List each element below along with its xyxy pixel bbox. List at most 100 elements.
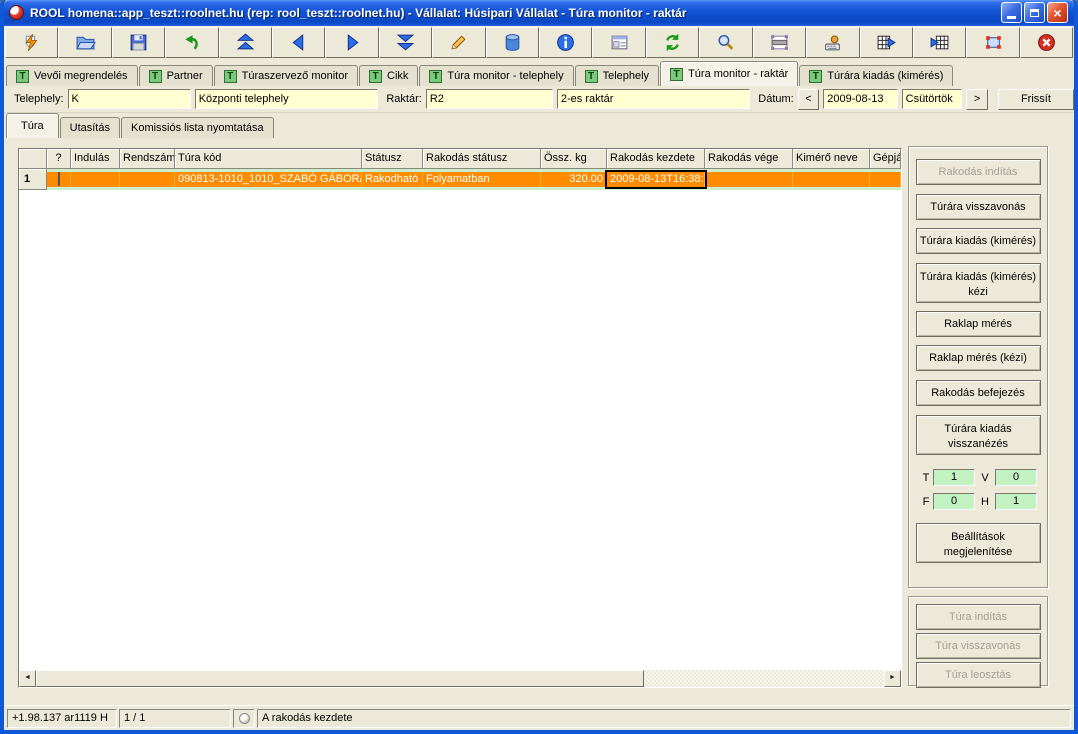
scroll-thumb[interactable] [36,670,644,687]
rakodas-befejezes-button[interactable]: Rakodás befejezés [916,380,1041,406]
subtab-utasitas[interactable]: Utasítás [60,117,120,138]
beallitasok-megjelenitese-button[interactable]: Beállítások megjelenítése [916,523,1041,563]
warehouse-code-input[interactable]: R2 [426,89,553,109]
close-button[interactable]: × [1047,2,1068,23]
table-row[interactable]: 1 090813-1010_1010_SZABÓ GÁBOR/1 Rakodha… [19,169,901,190]
toolbar-refresh-button[interactable] [646,27,699,58]
col-header-gepjarmu[interactable]: Gépjá [870,149,901,169]
cell-rakodas-vege[interactable] [705,172,793,187]
date-label: Dátum: [758,93,793,105]
tab-turaszervezo-monitor[interactable]: TTúraszervező monitor [214,65,358,86]
cell-rakodas-statusz[interactable]: Folyamatban [423,172,541,187]
tab-partner[interactable]: TPartner [139,65,213,86]
date-next-button[interactable]: > [966,89,988,110]
counter-v-value: 0 [995,469,1037,486]
toolbar-save-button[interactable] [112,27,165,58]
minimize-icon [1007,16,1016,19]
keyboard-settings-icon [822,32,843,53]
toolbar-table-export-button[interactable] [860,27,913,58]
col-header-kimero-neve[interactable]: Kimérő neve [793,149,870,169]
cell-kimero-neve[interactable] [793,172,870,187]
col-header-rakodas-vege[interactable]: Rakodás vége [705,149,793,169]
cell-tura-kod[interactable]: 090813-1010_1010_SZABÓ GÁBOR/1 [175,172,362,187]
toolbar-first-record-button[interactable] [219,27,272,58]
tura-inditas-button[interactable]: Túra indítás [916,604,1041,630]
toolbar-report-view-button[interactable] [592,27,645,58]
subtab-label: Komissiós lista nyomtatása [131,122,264,134]
col-header-rakodas-kezdete[interactable]: Rakodás kezdete [607,149,705,169]
toolbar-fullscreen-button[interactable] [966,27,1019,58]
date-prev-button[interactable]: < [798,89,820,110]
toolbar-next-record-button[interactable] [325,27,378,58]
date-input[interactable]: 2009-08-13 [823,89,897,109]
tura-leosztas-button[interactable]: Túra leosztás [916,662,1041,688]
cell-indulas[interactable] [71,172,120,187]
col-header-rakodas-statusz[interactable]: Rakodás státusz [423,149,541,169]
row-checkbox[interactable] [58,172,60,186]
col-header-rendszam[interactable]: Rendszám [120,149,175,169]
toolbar-previous-record-button[interactable] [272,27,325,58]
turara-kiadas-visszanezes-button[interactable]: Túrára kiadás visszanézés [916,415,1041,455]
subtab-komissios-lista[interactable]: Komissiós lista nyomtatása [121,117,274,138]
subtab-tura[interactable]: Túra [6,113,59,138]
cell-rakodas-kezdete[interactable]: 2009-08-13T16:38:0 [607,172,705,187]
minimize-button[interactable] [1001,2,1022,23]
site-name-input[interactable]: Központi telephely [195,89,379,109]
tab-turara-kiadas-kimeres[interactable]: TTúrára kiadás (kimérés) [799,65,953,86]
row-number-cell[interactable]: 1 [19,169,47,190]
tab-vevoi-megrendeles[interactable]: TVevői megrendelés [6,65,138,86]
scroll-right-button[interactable]: ► [884,670,901,687]
maximize-button[interactable] [1024,2,1045,23]
col-header-indulas[interactable]: Indulás [71,149,120,169]
grid-header-row: ? Indulás Rendszám Túra kód Státusz Rako… [19,149,901,169]
tab-telephely[interactable]: TTelephely [575,65,659,86]
toolbar-database-button[interactable] [486,27,539,58]
cell-ossz-kg[interactable]: 320.00 [541,172,607,187]
toolbar-search-button[interactable] [699,27,752,58]
close-icon: × [1053,6,1061,20]
save-icon [128,32,149,53]
tab-cikk[interactable]: TCikk [359,65,418,86]
toolbar-open-button[interactable] [58,27,111,58]
toolbar-row-view-button[interactable] [753,27,806,58]
toolbar-edit-button[interactable] [432,27,485,58]
turara-kiadas-kimeres-button[interactable]: Túrára kiadás (kimérés) [916,228,1041,254]
title-bar: ROOL homena::app_teszt::roolnet.hu (rep:… [4,0,1074,25]
raklap-meres-kezi-button[interactable]: Raklap mérés (kézi) [916,345,1041,371]
cell-statusz[interactable]: Rakodható [362,172,423,187]
col-header-statusz[interactable]: Státusz [362,149,423,169]
tab-t-icon: T [369,70,382,83]
refresh-button[interactable]: Frissít [998,89,1074,110]
row-band: 090813-1010_1010_SZABÓ GÁBOR/1 Rakodható… [47,169,901,190]
turara-kiadas-kimeres-kezi-button[interactable]: Túrára kiadás (kimérés) kézi [916,263,1041,303]
raklap-meres-button[interactable]: Raklap mérés [916,311,1041,337]
turara-visszavonas-button[interactable]: Túrára visszavonás [916,194,1041,220]
tab-tura-monitor-telephely[interactable]: TTúra monitor - telephely [419,65,573,86]
warehouse-name-input[interactable]: 2-es raktár [557,89,750,109]
exit-icon [1036,32,1057,53]
site-code-input[interactable]: K [68,89,191,109]
counter-v-label: V [975,472,995,484]
tab-tura-monitor-raktar[interactable]: TTúra monitor - raktár [660,61,798,86]
toolbar-last-record-button[interactable] [379,27,432,58]
scroll-left-button[interactable]: ◄ [19,670,36,687]
info-icon [555,32,576,53]
scroll-track[interactable] [644,670,884,687]
next-record-icon [342,32,363,53]
tura-visszavonas-button[interactable]: Túra visszavonás [916,633,1041,659]
col-header-kerdojel[interactable]: ? [47,149,71,169]
col-header-tura-kod[interactable]: Túra kód [175,149,362,169]
toolbar-table-import-button[interactable] [913,27,966,58]
rakodas-inditas-button[interactable]: Rakodás indítás [916,159,1041,185]
cell-rendszam[interactable] [120,172,175,187]
col-header-ossz-kg[interactable]: Össz. kg [541,149,607,169]
toolbar-exit-button[interactable] [1020,27,1073,58]
counter-t-value: 1 [933,469,975,486]
toolbar-undo-button[interactable] [165,27,218,58]
toolbar-power-button[interactable] [5,27,58,58]
previous-record-icon [288,32,309,53]
cell-gepjarmu[interactable] [870,172,901,187]
toolbar-keyboard-settings-button[interactable] [806,27,859,58]
app-logo-icon [9,5,24,20]
toolbar-info-button[interactable] [539,27,592,58]
